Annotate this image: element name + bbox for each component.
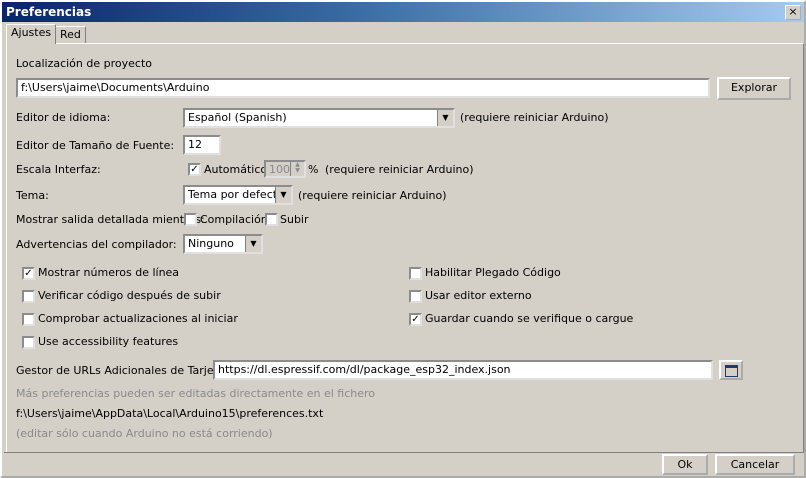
scale-label: Escala Interfaz:	[16, 163, 101, 176]
ok-button[interactable]: Ok	[662, 454, 708, 475]
external-editor-checkbox[interactable]	[409, 290, 422, 303]
title-bar[interactable]: Preferencias ×	[2, 2, 804, 22]
accessibility-label: Use accessibility features	[38, 335, 179, 348]
browse-button[interactable]: Explorar	[717, 77, 791, 100]
tab-red[interactable]: Red	[55, 26, 86, 44]
theme-label: Tema:	[16, 189, 49, 202]
chevron-down-icon[interactable]: ▼	[275, 187, 291, 203]
stepper-arrows-icon[interactable]: ▲ ▼	[290, 162, 304, 176]
boards-url-edit-button[interactable]	[719, 360, 743, 380]
theme-value: Tema por defecto	[188, 188, 284, 201]
verbose-upload-checkbox[interactable]	[265, 213, 278, 226]
verbose-compile-checkbox[interactable]	[184, 213, 197, 226]
warnings-value: Ninguno	[188, 237, 234, 250]
font-size-label: Editor de Tamaño de Fuente:	[16, 139, 175, 152]
external-editor-label: Usar editor externo	[425, 289, 532, 302]
language-note: (requiere reiniciar Arduino)	[460, 111, 609, 124]
line-numbers-checkbox[interactable]: ✓	[22, 267, 35, 280]
save-on-verify-label: Guardar cuando se verifique o cargue	[425, 312, 634, 325]
scale-percent: %	[308, 163, 319, 176]
scale-stepper[interactable]: 100 ▲ ▼	[264, 160, 306, 178]
save-on-verify-checkbox[interactable]: ✓	[409, 313, 422, 326]
scale-auto-checkbox[interactable]: ✓	[188, 163, 201, 176]
check-updates-label: Comprobar actualizaciones al iniciar	[38, 312, 238, 325]
check-updates-checkbox[interactable]	[22, 313, 35, 326]
theme-select[interactable]: Tema por defecto ▼	[183, 185, 293, 205]
boards-url-input[interactable]: https://dl.espressif.com/dl/package_esp3…	[213, 360, 713, 380]
boards-url-label: Gestor de URLs Adicionales de Tarjetas:	[16, 364, 235, 377]
scale-value: 100	[269, 163, 290, 176]
code-folding-checkbox[interactable]	[409, 267, 422, 280]
warnings-select[interactable]: Ninguno ▼	[183, 234, 263, 254]
preferences-file-path: f:\Users\jaime\AppData\Local\Arduino15\p…	[16, 407, 324, 420]
chevron-down-icon[interactable]: ▼	[437, 110, 453, 126]
info-more-prefs: Más preferencias pueden ser editadas dir…	[16, 387, 375, 400]
info-edit-warning: (editar sólo cuando Arduino no está corr…	[16, 427, 273, 440]
line-numbers-label: Mostrar números de línea	[38, 266, 180, 279]
chevron-down-icon[interactable]: ▼	[245, 236, 261, 252]
verbose-upload-label: Subir	[280, 213, 309, 226]
verify-upload-label: Verificar código después de subir	[38, 289, 221, 302]
warnings-label: Advertencias del compilador:	[16, 238, 177, 251]
scale-note: (requiere reiniciar Arduino)	[325, 163, 474, 176]
footer-divider	[4, 452, 802, 453]
theme-note: (requiere reiniciar Arduino)	[298, 189, 447, 202]
language-select[interactable]: Español (Spanish) ▼	[183, 108, 455, 128]
settings-panel: Localización de proyecto f:\Users\jaime\…	[6, 43, 804, 453]
accessibility-checkbox[interactable]	[22, 336, 35, 349]
tab-ajustes[interactable]: Ajustes	[6, 24, 57, 44]
language-label: Editor de idioma:	[16, 111, 111, 124]
code-folding-label: Habilitar Plegado Código	[425, 266, 561, 279]
sketchbook-path-input[interactable]: f:\Users\jaime\Documents\Arduino	[16, 78, 710, 98]
close-button[interactable]: ×	[785, 5, 801, 20]
cancel-button[interactable]: Cancelar	[715, 454, 795, 475]
scale-auto-label: Automático	[204, 163, 268, 176]
window-icon	[724, 365, 738, 377]
sketchbook-label: Localización de proyecto	[16, 57, 152, 70]
window-title: Preferencias	[6, 5, 92, 19]
verbose-compile-label: Compilación	[200, 213, 268, 226]
verify-upload-checkbox[interactable]	[22, 290, 35, 303]
verbose-label: Mostrar salida detallada mientras:	[16, 213, 205, 226]
preferences-window: Preferencias × Ajustes Red Localización …	[0, 0, 806, 478]
language-value: Español (Spanish)	[188, 111, 287, 124]
font-size-input[interactable]: 12	[183, 135, 221, 155]
